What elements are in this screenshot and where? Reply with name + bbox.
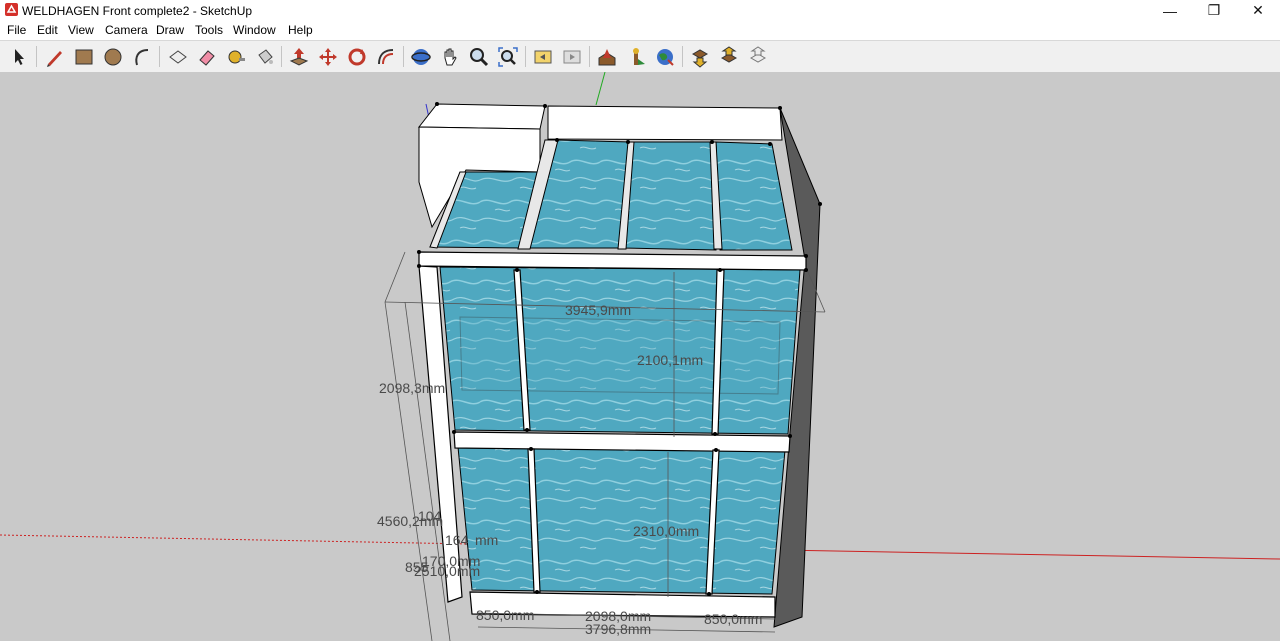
menu-edit[interactable]: Edit (37, 23, 58, 37)
preview-google-earth-button[interactable] (652, 44, 678, 69)
pan-tool-button[interactable] (437, 44, 463, 69)
make-component-button[interactable] (165, 44, 191, 69)
make-component-icon (169, 49, 187, 64)
lower-front-glazing (457, 446, 786, 595)
eraser-tool-button[interactable] (194, 44, 220, 69)
menu-draw[interactable]: Draw (156, 23, 184, 37)
zoom-icon (470, 47, 489, 66)
sketchup-app-icon (5, 3, 18, 16)
rectangle-tool-button[interactable] (71, 44, 97, 69)
upper-front-glazing (439, 266, 801, 435)
dim-upper-height[interactable]: 2100,1mm (637, 353, 703, 367)
share-component-icon (749, 45, 767, 63)
select-tool-button[interactable] (6, 44, 32, 69)
top-rear-panel (547, 105, 783, 141)
dim-lower-height[interactable]: 2310,0mm (633, 524, 699, 538)
dim-bottom-left[interactable]: 850,0mm (476, 608, 534, 622)
menu-view[interactable]: View (68, 23, 94, 37)
arc-tool-button[interactable] (129, 44, 155, 69)
tape-measure-icon (228, 50, 245, 63)
preview-google-earth-icon (657, 48, 674, 66)
menu-window[interactable]: Window (233, 23, 276, 37)
dim-bottom-total[interactable]: 3796,8mm (585, 622, 651, 636)
dim-small-3[interactable]: mm (475, 533, 498, 547)
menu-file[interactable]: File (7, 23, 26, 37)
share-model-button[interactable] (716, 44, 742, 69)
move-icon (319, 47, 337, 66)
paint-bucket-icon (258, 48, 273, 64)
minimize-button[interactable]: — (1148, 0, 1192, 21)
previous-view-button[interactable] (530, 44, 556, 69)
dim-small-6[interactable]: 2510,0mm (414, 564, 480, 578)
dim-bottom-right[interactable]: 850,0mm (704, 612, 762, 626)
menu-tools[interactable]: Tools (195, 23, 223, 37)
circle-icon (104, 48, 122, 65)
green-axis (595, 72, 606, 106)
share-model-icon (720, 45, 738, 63)
pencil-line-icon (47, 50, 62, 67)
move-tool-button[interactable] (315, 44, 341, 69)
zoom-tool-button[interactable] (466, 44, 492, 69)
large-tool-set-toolbar (0, 40, 1280, 73)
share-component-button[interactable] (745, 44, 771, 69)
dim-small-2[interactable]: 164 (445, 533, 468, 547)
select-icon (15, 48, 24, 65)
title-bar: WELDHAGEN Front complete2 - SketchUp — ❐… (0, 0, 1280, 21)
zoom-extents-button[interactable] (495, 44, 521, 69)
rotate-icon (348, 48, 366, 65)
menu-bar: File Edit View Camera Draw Tools Window … (0, 21, 1280, 40)
add-location-button[interactable] (623, 44, 649, 69)
circle-tool-button[interactable] (100, 44, 126, 69)
add-location-icon (633, 47, 645, 65)
dim-small-1[interactable]: 104 (418, 509, 441, 523)
modeling-viewport[interactable]: 3945,9mm 2100,1mm 2098,3mm 2310,0mm 4560… (0, 72, 1280, 641)
dim-top-width[interactable]: 3945,9mm (565, 303, 631, 317)
dim-left-upper[interactable]: 2098,3mm (379, 381, 445, 395)
restore-button[interactable]: ❐ (1192, 0, 1236, 21)
zoom-extents-icon (498, 46, 518, 67)
3d-warehouse-button[interactable] (594, 44, 620, 69)
get-models-icon (691, 48, 709, 68)
get-models-button[interactable] (687, 44, 713, 69)
close-button[interactable]: ✕ (1236, 0, 1280, 21)
push-pull-icon (289, 47, 309, 66)
next-view-icon (563, 50, 581, 63)
menu-help[interactable]: Help (288, 23, 313, 37)
3d-warehouse-icon (598, 48, 616, 65)
offset-icon (378, 48, 394, 64)
window-title: WELDHAGEN Front complete2 - SketchUp (22, 4, 253, 18)
menu-camera[interactable]: Camera (105, 23, 148, 37)
eraser-icon (199, 49, 215, 66)
push-pull-button[interactable] (286, 44, 312, 69)
next-view-button[interactable] (559, 44, 585, 69)
pan-icon (444, 48, 457, 65)
orbit-tool-button[interactable] (408, 44, 434, 69)
orbit-icon (411, 48, 431, 65)
line-tool-button[interactable] (42, 44, 68, 69)
previous-view-icon (534, 50, 552, 63)
tape-measure-button[interactable] (223, 44, 249, 69)
rectangle-icon (75, 49, 93, 64)
paint-bucket-button[interactable] (252, 44, 278, 69)
arc-icon (135, 48, 149, 65)
offset-tool-button[interactable] (373, 44, 399, 69)
rotate-tool-button[interactable] (344, 44, 370, 69)
